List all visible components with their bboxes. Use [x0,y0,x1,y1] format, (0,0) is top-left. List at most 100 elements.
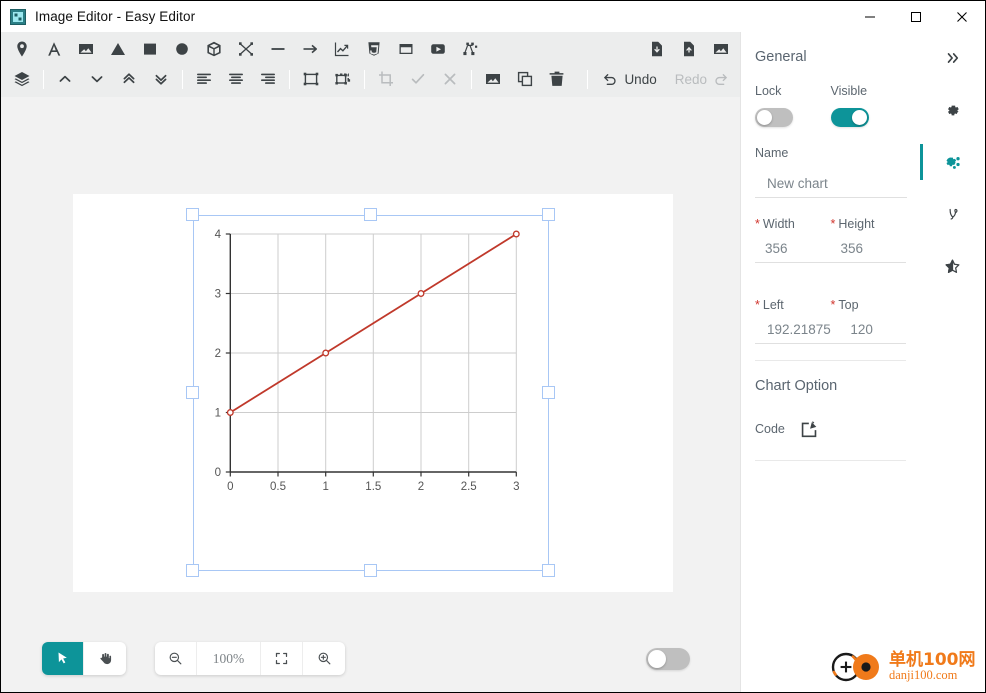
lock-toggle-cell [755,108,831,127]
resize-handle-middle-left[interactable] [186,386,199,399]
toolbar-row-insert [1,32,742,63]
resize-handle-top-left[interactable] [186,208,199,221]
right-icon-rail [920,32,985,692]
copy-icon[interactable] [509,65,541,94]
window-icon[interactable] [390,34,422,63]
text-icon[interactable] [38,34,70,63]
required-asterisk: * [830,298,836,312]
align-left-icon[interactable] [188,65,220,94]
chart-icon[interactable] [326,34,358,63]
pan-tool-button[interactable] [84,642,126,675]
video-icon[interactable] [422,34,454,63]
lock-label: Lock [755,84,782,98]
move-bottom-icon[interactable] [145,65,177,94]
half-star-icon[interactable] [920,240,985,292]
width-input[interactable]: 356 [755,237,831,263]
resize-handle-bottom-left[interactable] [186,564,199,577]
line-icon[interactable] [262,34,294,63]
toolbar-divider [471,69,472,89]
move-top-icon[interactable] [113,65,145,94]
top-input[interactable]: 120 [846,318,906,344]
image-icon[interactable] [70,34,102,63]
circle-icon[interactable] [166,34,198,63]
required-asterisk: * [755,298,760,312]
required-asterisk: * [830,217,836,231]
name-input[interactable]: New chart [755,172,907,198]
left-input[interactable]: 192.21875 [755,318,847,344]
vine-icon[interactable] [920,188,985,240]
top-label: * Top [830,298,859,312]
chart-object[interactable]: 4 3 2 1 0 0 0.5 1 1.5 2 2.5 3 [186,208,555,577]
lock-toggle[interactable] [755,108,793,127]
resize-handle-middle-right[interactable] [542,386,555,399]
move-down-icon[interactable] [81,65,113,94]
triangle-icon[interactable] [102,34,134,63]
position-fields: 192.21875 120 [755,318,906,360]
export-image-icon[interactable] [705,34,737,63]
move-up-icon[interactable] [49,65,81,94]
cube-icon[interactable] [198,34,230,63]
maximize-button[interactable] [893,1,939,32]
code-label: Code [755,422,785,436]
zoom-out-button[interactable] [155,642,197,675]
layers-icon[interactable] [6,65,38,94]
height-input[interactable]: 356 [830,237,906,263]
toolbar-row-arrange: Undo Redo [1,63,742,94]
app-icon [10,8,26,25]
app-window: Image Editor - Easy Editor Undo Redo 4 3… [0,0,986,693]
group-icon[interactable] [295,65,327,94]
arrow-icon[interactable] [294,34,326,63]
title-bar: Image Editor - Easy Editor [1,1,985,32]
grid-snap-switch[interactable] [646,647,690,670]
grid-snap-toggle[interactable] [646,647,690,670]
undo-button[interactable]: Undo [593,65,665,94]
polygon-icon[interactable] [230,34,262,63]
canvas-area[interactable]: 4 3 2 1 0 0 0.5 1 1.5 2 2.5 3 100% [1,97,742,692]
ungroup-icon[interactable] [327,65,359,94]
required-asterisk: * [755,217,760,231]
confirm-icon[interactable] [402,65,434,94]
name-label: Name [755,146,789,160]
fit-screen-button[interactable] [261,642,303,675]
align-right-icon[interactable] [252,65,284,94]
group-nodes-icon[interactable] [454,34,486,63]
chart-option-title: Chart Option [755,378,838,394]
toggle-knob [757,110,772,125]
export-file-icon[interactable] [673,34,705,63]
toolbar-divider [587,69,589,89]
general-section-title: General [755,49,807,65]
canvas-page[interactable]: 4 3 2 1 0 0 0.5 1 1.5 2 2.5 3 [73,194,673,592]
select-tool-button[interactable] [42,642,84,675]
resize-handle-top-center[interactable] [364,208,377,221]
align-center-icon[interactable] [220,65,252,94]
minimize-button[interactable] [847,1,893,32]
toggle-knob [851,110,867,125]
toggle-knob [648,649,666,668]
resize-handle-top-right[interactable] [542,208,555,221]
resize-handle-bottom-right[interactable] [542,564,555,577]
top-toolbar: Undo Redo [1,32,742,97]
edit-square-icon[interactable] [797,416,823,442]
replace-image-icon[interactable] [477,65,509,94]
visible-toggle[interactable] [830,108,869,127]
undo-label: Undo [624,71,657,87]
crop-icon[interactable] [370,65,402,94]
redo-button[interactable]: Redo [666,65,738,94]
pin-icon[interactable] [6,34,38,63]
zoom-in-button[interactable] [303,642,345,675]
component-settings-icon[interactable] [920,136,985,188]
close-button[interactable] [939,1,985,32]
lock-visible-toggles [755,108,906,127]
expand-panel-icon[interactable] [920,32,985,84]
tool-mode-group [42,642,126,675]
delete-icon[interactable] [541,65,573,94]
square-icon[interactable] [134,34,166,63]
zoom-level-value[interactable]: 100% [197,642,261,675]
import-file-icon[interactable] [641,34,673,63]
cancel-icon[interactable] [434,65,466,94]
name-label-row: Name [755,146,906,160]
settings-gear-icon[interactable] [920,84,985,136]
html5-icon[interactable] [358,34,390,63]
visible-label: Visible [830,84,868,98]
resize-handle-bottom-center[interactable] [364,564,377,577]
